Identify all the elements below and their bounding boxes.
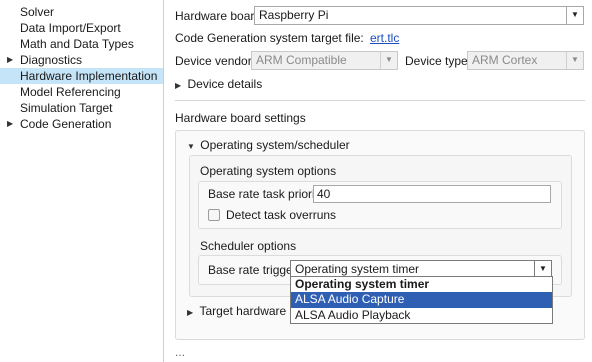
tree-item-label: Solver [20, 5, 55, 19]
base-rate-priority-label: Base rate task priority: [208, 187, 328, 201]
device-type-value: ARM Cortex [472, 53, 538, 67]
dropdown-option-alsa-playback[interactable]: ALSA Audio Playback [291, 308, 552, 323]
tree-item-label: Code Generation [20, 117, 112, 131]
tree-item-data-import-export[interactable]: Data Import/Export [0, 20, 163, 36]
detect-overruns-label: Detect task overruns [226, 208, 337, 222]
os-scheduler-label: Operating system/scheduler [200, 138, 350, 152]
tree-item-label: Simulation Target [20, 101, 113, 115]
triangle-right-icon[interactable]: ▶ [7, 52, 13, 68]
tree-item-label: Data Import/Export [20, 21, 121, 35]
target-file-link[interactable]: ert.tlc [370, 30, 399, 46]
config-tree: Solver Data Import/Export Math and Data … [0, 0, 164, 362]
device-vendor-label: Device vendor: [175, 54, 256, 68]
tree-item-model-referencing[interactable]: Model Referencing [0, 84, 163, 100]
triangle-right-icon: ▶ [175, 81, 182, 90]
dropdown-option-os-timer[interactable]: Operating system timer [291, 277, 552, 292]
more-ellipsis: ... [175, 345, 186, 359]
triangle-down-icon: ▼ [187, 142, 195, 151]
scheduler-options-title: Scheduler options [200, 239, 297, 253]
triangle-right-icon: ▶ [187, 308, 194, 317]
hardware-board-label: Hardware board: [175, 9, 265, 23]
divider [175, 100, 585, 101]
device-vendor-select: ARM Compatible ▼ [251, 51, 398, 70]
tree-item-simulation-target[interactable]: Simulation Target [0, 100, 163, 116]
tree-item-label: Math and Data Types [20, 37, 134, 51]
detect-overruns-checkbox[interactable] [208, 209, 220, 221]
tree-item-diagnostics[interactable]: ▶ Diagnostics [0, 52, 163, 68]
target-file-label: Code Generation system target file: [175, 31, 364, 45]
hardware-board-value: Raspberry Pi [259, 8, 329, 22]
os-options-title: Operating system options [200, 164, 337, 178]
tree-item-math-data-types[interactable]: Math and Data Types [0, 36, 163, 52]
tree-item-label: Diagnostics [20, 53, 83, 67]
base-rate-priority-input[interactable]: 40 [313, 185, 551, 203]
device-vendor-value: ARM Compatible [256, 53, 347, 67]
device-type-label: Device type: [405, 54, 472, 68]
device-details-toggle[interactable]: ▶ Device details [175, 76, 262, 94]
triangle-right-icon[interactable]: ▶ [7, 116, 13, 132]
tree-item-label: Hardware Implementation [20, 69, 158, 83]
tree-item-hardware-implementation[interactable]: Hardware Implementation [0, 68, 163, 84]
chevron-down-icon[interactable]: ▼ [566, 7, 583, 24]
hardware-board-select[interactable]: Raspberry Pi ▼ [254, 6, 584, 25]
tree-item-label: Model Referencing [20, 85, 121, 99]
base-rate-trigger-label: Base rate trigger: [208, 263, 301, 277]
board-settings-title: Hardware board settings [175, 111, 306, 125]
device-type-select: ARM Cortex ▼ [467, 51, 584, 70]
dropdown-option-alsa-capture[interactable]: ALSA Audio Capture [291, 292, 552, 308]
base-rate-priority-value: 40 [317, 187, 331, 201]
chevron-down-icon: ▼ [380, 52, 397, 69]
base-rate-trigger-dropdown-list: Operating system timer ALSA Audio Captur… [290, 276, 553, 324]
os-scheduler-toggle[interactable]: ▼ Operating system/scheduler [187, 137, 350, 155]
tree-item-solver[interactable]: Solver [0, 4, 163, 20]
base-rate-trigger-value: Operating system timer [295, 262, 420, 276]
device-details-label: Device details [187, 77, 263, 91]
chevron-down-icon: ▼ [566, 52, 583, 69]
tree-item-code-generation[interactable]: ▶ Code Generation [0, 116, 163, 132]
